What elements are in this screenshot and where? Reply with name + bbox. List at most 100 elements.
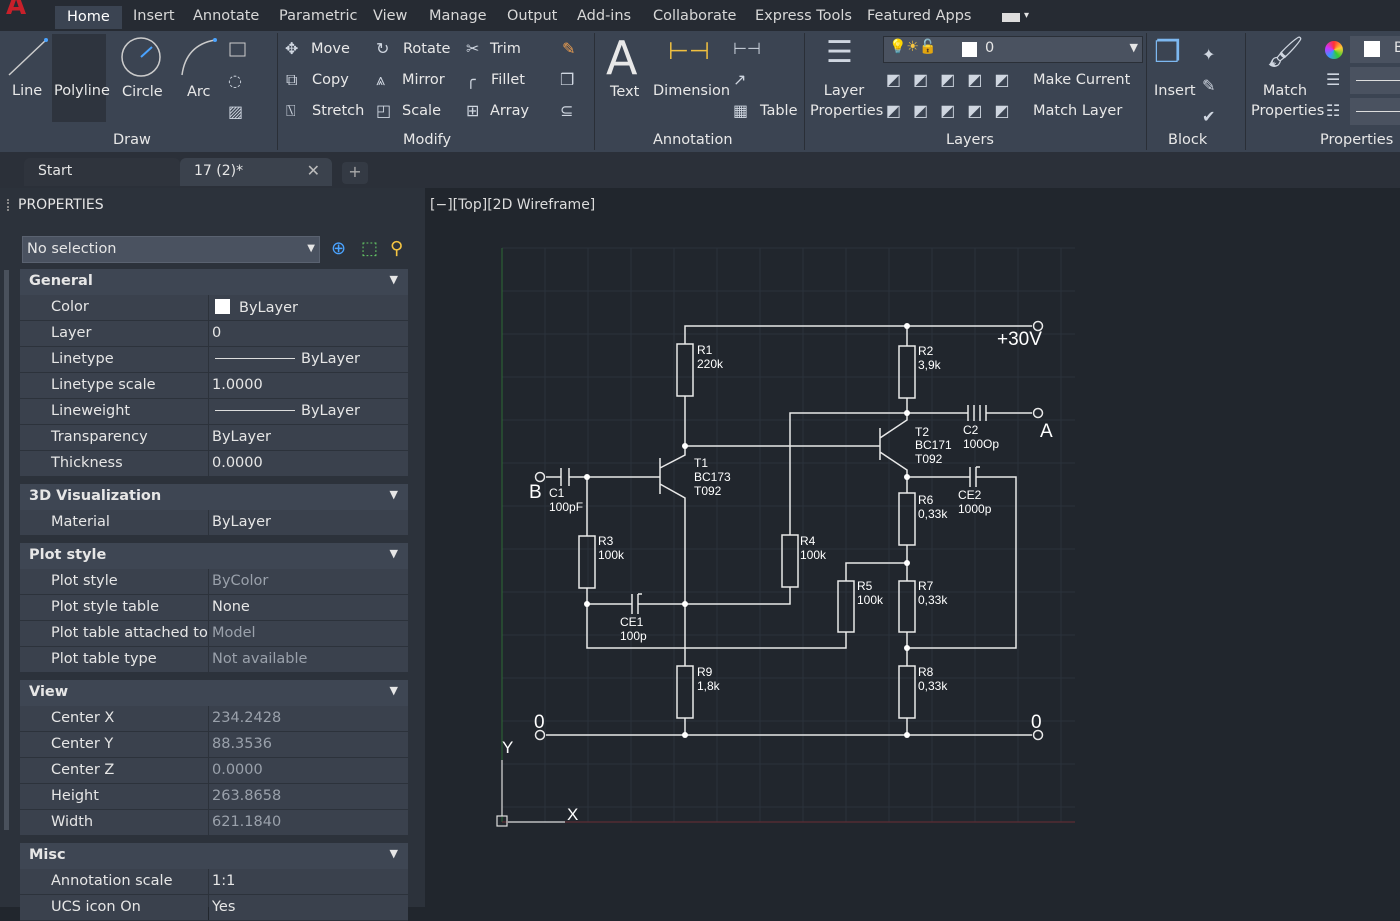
tab-manage[interactable]: Manage <box>429 8 487 24</box>
section-3d-visualization[interactable]: 3D Visualization ▼ <box>20 484 408 510</box>
property-value[interactable]: 263.8658 <box>209 784 408 809</box>
selection-dropdown[interactable]: No selection ▼ <box>22 236 320 263</box>
rotate-button[interactable]: Rotate <box>403 41 450 57</box>
match-properties-button[interactable]: Match Properties <box>1251 81 1324 121</box>
match-layer-button[interactable]: Match Layer <box>1033 103 1122 119</box>
property-row[interactable]: Center X 234.2428 <box>20 706 408 732</box>
linear-dim-icon[interactable]: ⊢⊣ <box>733 39 761 58</box>
tab-collaborate[interactable]: Collaborate <box>653 8 736 24</box>
property-value[interactable]: Not available <box>209 647 408 672</box>
mirror-button[interactable]: Mirror <box>402 72 445 88</box>
property-row[interactable]: Lineweight ByLayer <box>20 399 408 425</box>
property-row[interactable]: Thickness 0.0000 <box>20 451 408 477</box>
property-row[interactable]: Plot style table None <box>20 595 408 621</box>
layer-tool-icons-row2[interactable]: ◩◩◩◩◩ <box>886 101 1022 120</box>
layers-group-label[interactable]: Layers <box>946 132 994 148</box>
stretch-button[interactable]: Stretch <box>312 103 364 119</box>
property-row[interactable]: Height 263.8658 <box>20 784 408 810</box>
layer-properties-button[interactable]: Layer Properties <box>810 81 883 121</box>
move-button[interactable]: Move <box>311 41 350 57</box>
property-row[interactable]: Center Y 88.3536 <box>20 732 408 758</box>
polyline-button[interactable]: Polyline <box>54 83 110 99</box>
layer-dropdown[interactable]: 💡☀🔓 0 ▼ <box>883 36 1143 63</box>
array-button[interactable]: Array <box>490 103 529 119</box>
property-row[interactable]: Color ByLayer <box>20 295 408 321</box>
property-row[interactable]: Plot table type Not available <box>20 647 408 673</box>
text-button[interactable]: Text <box>610 84 639 100</box>
property-value[interactable]: ByColor <box>209 569 408 594</box>
line-button[interactable]: Line <box>12 83 42 99</box>
explode-icon[interactable]: ❒ <box>560 70 574 89</box>
quick-select-icon[interactable]: ⚲ <box>390 238 403 259</box>
collapse-icon[interactable]: ▼ <box>390 273 398 286</box>
property-value[interactable]: None <box>209 595 408 620</box>
property-row[interactable]: Annotation scale 1:1 <box>20 869 408 895</box>
property-value[interactable]: ByLayer <box>209 295 408 320</box>
layer-tool-icons-row1[interactable]: ◩◩◩◩◩ <box>886 70 1022 89</box>
autocad-logo[interactable]: A <box>6 0 40 19</box>
tab-insert[interactable]: Insert <box>133 8 175 24</box>
workspace-toggle-icon[interactable] <box>1002 13 1020 22</box>
property-value[interactable]: ByLayer <box>209 425 408 450</box>
grip-handle[interactable] <box>7 199 10 211</box>
property-row[interactable]: Linetype scale 1.0000 <box>20 373 408 399</box>
property-row[interactable]: Width 621.1840 <box>20 810 408 836</box>
properties-group-label[interactable]: Properties <box>1320 132 1393 148</box>
property-row[interactable]: UCS icon On Yes <box>20 895 408 921</box>
property-row[interactable]: Transparency ByLayer <box>20 425 408 451</box>
ellipse-icon[interactable]: ◌ <box>228 71 242 90</box>
select-objects-icon[interactable]: ⬚ <box>361 238 378 259</box>
toggle-pickadd-icon[interactable]: ⊕ <box>331 238 346 259</box>
property-value[interactable]: ByLayer <box>209 347 408 372</box>
leader-icon[interactable]: ↗ <box>733 70 746 89</box>
collapse-icon[interactable]: ▼ <box>390 684 398 697</box>
section-plot-style[interactable]: Plot style ▼ <box>20 543 408 569</box>
hatch-icon[interactable]: ▨ <box>228 102 243 121</box>
modify-group-label[interactable]: Modify <box>403 132 451 148</box>
insert-button[interactable]: Insert <box>1154 83 1196 99</box>
scale-button[interactable]: Scale <box>402 103 441 119</box>
offset-icon[interactable]: ⊆ <box>560 101 573 120</box>
tab-start[interactable]: Start <box>24 158 180 186</box>
property-row[interactable]: Linetype ByLayer <box>20 347 408 373</box>
property-row[interactable]: Center Z 0.0000 <box>20 758 408 784</box>
erase-icon[interactable]: ✎ <box>562 39 575 58</box>
tab-parametric[interactable]: Parametric <box>279 8 358 24</box>
tab-output[interactable]: Output <box>507 8 557 24</box>
property-value[interactable]: ByLayer <box>209 399 408 424</box>
property-row[interactable]: Material ByLayer <box>20 510 408 536</box>
trim-button[interactable]: Trim <box>490 41 521 57</box>
collapse-icon[interactable]: ▼ <box>390 547 398 560</box>
drawing-canvas[interactable]: [−][Top][2D Wireframe] R1 220k R2 3,9k R… <box>427 188 1400 907</box>
table-button[interactable]: Table <box>760 103 798 119</box>
tab-drawing[interactable]: 17 (2)* ✕ <box>180 158 332 186</box>
block-tools-icons[interactable]: ✦ ✎ ✔ <box>1202 39 1215 132</box>
tab-annotate[interactable]: Annotate <box>193 8 259 24</box>
property-value[interactable]: 0.0000 <box>209 451 408 476</box>
property-value[interactable]: ByLayer <box>209 510 408 535</box>
tab-add-ins[interactable]: Add-ins <box>577 8 631 24</box>
lineweight-dropdown[interactable] <box>1350 67 1400 94</box>
make-current-button[interactable]: Make Current <box>1033 72 1130 88</box>
tab-home[interactable]: Home <box>55 6 122 29</box>
property-value[interactable]: 1.0000 <box>209 373 408 398</box>
property-value[interactable]: Model <box>209 621 408 646</box>
fillet-button[interactable]: Fillet <box>491 72 525 88</box>
section-misc[interactable]: Misc ▼ <box>20 843 408 869</box>
color-dropdown[interactable]: B <box>1350 36 1400 63</box>
circle-button[interactable]: Circle <box>122 84 163 100</box>
close-icon[interactable]: ✕ <box>307 161 320 180</box>
property-value[interactable]: 1:1 <box>209 869 408 894</box>
property-row[interactable]: Layer 0 <box>20 321 408 347</box>
property-value[interactable]: 0.0000 <box>209 758 408 783</box>
arc-button[interactable]: Arc <box>187 84 211 100</box>
property-value[interactable]: 234.2428 <box>209 706 408 731</box>
tab-express-tools[interactable]: Express Tools <box>755 8 852 24</box>
property-row[interactable]: Plot style ByColor <box>20 569 408 595</box>
property-value[interactable]: 88.3536 <box>209 732 408 757</box>
section-general[interactable]: General ▼ <box>20 269 408 295</box>
draw-group-label[interactable]: Draw <box>113 132 151 148</box>
block-group-label[interactable]: Block <box>1168 132 1207 148</box>
palette-scrollbar[interactable] <box>4 270 9 830</box>
annotation-group-label[interactable]: Annotation <box>653 132 733 148</box>
